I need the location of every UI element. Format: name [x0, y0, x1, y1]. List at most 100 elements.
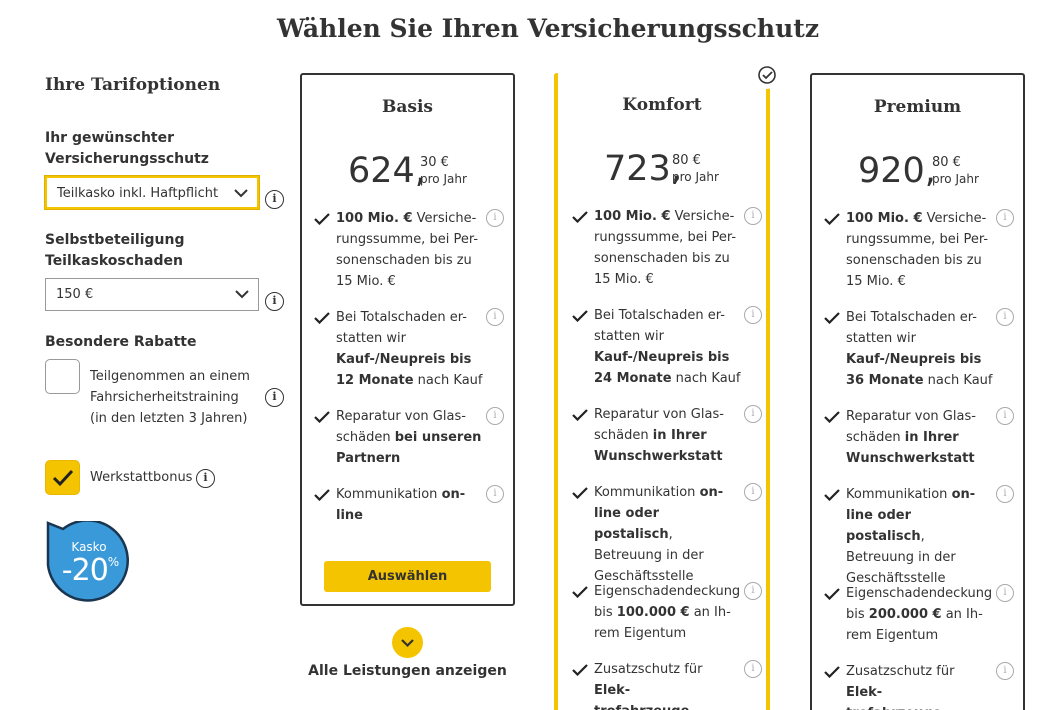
feature-info-icon[interactable]: i [744, 582, 762, 600]
check-icon [824, 588, 840, 600]
deductible-select-value: 150 € [56, 287, 94, 302]
feature-info-icon[interactable]: i [744, 483, 762, 501]
feature-text: Kommunikation on-line oder postalisch, Be… [846, 484, 994, 589]
badge-value: -20% [61, 553, 119, 588]
feature-info-icon[interactable]: i [996, 584, 1014, 602]
feature-line: 12 Monate nach Kauf [336, 373, 483, 388]
coverage-select[interactable]: Teilkasko inkl. Haftpflicht [45, 176, 259, 209]
feature-line: line oder postalisch, [846, 508, 925, 544]
feature-line: rem Eigentum [594, 626, 687, 641]
feature-line: schäden bei unseren [336, 430, 482, 445]
deductible-label: Selbstbeteiligung Teilkaskoschaden [45, 232, 185, 269]
feature-info-icon[interactable]: i [996, 485, 1014, 503]
feature-line: rem Eigentum [846, 628, 939, 643]
plan-card-komfort: Komfort 723, 80 € pro Jahr 100 Mio. € Ve… [554, 73, 770, 710]
deductible-select[interactable]: 150 € [45, 278, 259, 311]
feature-line: sonenschaden bis zu [846, 253, 982, 268]
plan-title: Premium [873, 97, 962, 117]
feature-text: 100 Mio. € Versiche-rungssumme, bei Per-… [336, 208, 484, 292]
feature-line: Betreuung in der [846, 550, 956, 565]
feature-line: 36 Monate nach Kauf [846, 373, 993, 388]
feature-line: 24 Monate nach Kauf [594, 371, 741, 386]
feature-info-icon[interactable]: i [486, 308, 504, 326]
feature-line: bis 200.000 € an Ih- [846, 607, 983, 622]
training-checkbox[interactable] [45, 359, 80, 394]
feature-info-icon[interactable]: i [996, 308, 1014, 326]
check-icon [572, 487, 588, 499]
feature-line: Partnern [336, 451, 401, 466]
feature-info-icon[interactable]: i [744, 405, 762, 423]
feature-line: Betreuung in der [594, 548, 704, 563]
badge-label: Kasko [71, 540, 107, 554]
feature-line: bis 100.000 € an Ih- [594, 605, 731, 620]
feature-line: 15 Mio. € [846, 274, 906, 289]
feature-text: Kommunikation on-line [336, 484, 484, 526]
feature-info-icon[interactable]: i [996, 662, 1014, 680]
feature-info-icon[interactable]: i [486, 209, 504, 227]
workshop-checkbox[interactable] [45, 460, 80, 495]
feature-info-icon[interactable]: i [996, 407, 1014, 425]
training-info-icon[interactable]: i [265, 388, 284, 407]
feature-text: Bei Totalschaden er-statten wir Kauf-/Neu… [846, 307, 994, 391]
check-icon [572, 211, 588, 223]
feature-info-icon[interactable]: i [744, 306, 762, 324]
coverage-select-value: Teilkasko inkl. Haftpflicht [57, 186, 219, 201]
feature-line: Reparatur von Glas- [846, 409, 976, 424]
feature-line: schäden in Ihrer [846, 430, 959, 445]
deductible-info-icon[interactable]: i [265, 292, 284, 311]
feature-info-icon[interactable]: i [486, 485, 504, 503]
feature-text: Reparatur von Glas-schäden in Ihrer Wunsc… [846, 406, 994, 469]
plan-card-basis: Basis 624, 30 € pro Jahr 100 Mio. € Vers… [300, 73, 515, 606]
feature-text: 100 Mio. € Versiche-rungssumme, bei Per-… [846, 208, 994, 292]
feature-text: Bei Totalschaden er-statten wir Kauf-/Neu… [336, 307, 484, 391]
feature-line: statten wir [336, 331, 406, 346]
feature-info-icon[interactable]: i [744, 660, 762, 678]
chevron-down-icon [235, 290, 249, 299]
show-all-link[interactable]: Alle Leistungen anzeigen [300, 663, 515, 679]
check-icon [314, 411, 330, 423]
feature-text: Bei Totalschaden er-statten wir Kauf-/Neu… [594, 305, 742, 389]
feature-line: Eigenschadendeckung [594, 584, 741, 599]
feature-line: Zusatzschutz für Elek- [846, 664, 955, 700]
feature-line: statten wir [594, 329, 664, 344]
feature-line: 100 Mio. € Versiche- [846, 211, 987, 226]
feature-line: trofahrzeuge [594, 701, 742, 710]
feature-line: Zusatzschutz für Elek- [594, 662, 703, 698]
feature-line: Bei Totalschaden er- [846, 310, 977, 325]
feature-info-icon[interactable]: i [486, 407, 504, 425]
feature-line: 100 Mio. € Versiche- [336, 211, 477, 226]
feature-line: rungssumme, bei Per- [846, 232, 989, 247]
workshop-info-icon[interactable]: i [196, 469, 215, 488]
training-label: Teilgenommen an einem Fahrsicherheitstra… [90, 369, 250, 426]
select-plan-button[interactable]: Auswählen [324, 561, 491, 592]
check-icon [572, 664, 588, 676]
feature-text: Reparatur von Glas-schäden in Ihrer Wunsc… [594, 404, 742, 467]
feature-text: 100 Mio. € Versiche-rungssumme, bei Per-… [594, 206, 742, 290]
check-icon [314, 213, 330, 225]
feature-line: sonenschaden bis zu [336, 253, 472, 268]
feature-text: Reparatur von Glas-schäden bei unseren Pa… [336, 406, 484, 469]
feature-text: Eigenschadendeckung bis 100.000 € an Ih-r… [594, 581, 742, 644]
feature-text: Zusatzschutz für Elek-trofahrzeuge [594, 659, 742, 710]
feature-text: Zusatzschutz für Elek-trofahrzeuge [846, 661, 994, 710]
feature-line: Wunschwerkstatt [594, 449, 723, 464]
check-icon [824, 411, 840, 423]
feature-line: rungssumme, bei Per- [336, 232, 479, 247]
feature-line: 100 Mio. € Versiche- [594, 209, 735, 224]
check-icon [824, 489, 840, 501]
feature-line: 15 Mio. € [594, 272, 654, 287]
feature-line: Kommunikation on- [846, 487, 976, 502]
check-icon [572, 586, 588, 598]
chevron-down-icon [234, 189, 248, 198]
feature-line: line oder postalisch, [594, 506, 673, 542]
feature-line: statten wir [846, 331, 916, 346]
feature-info-icon[interactable]: i [996, 209, 1014, 227]
feature-info-icon[interactable]: i [744, 207, 762, 225]
show-all-toggle[interactable] [392, 627, 423, 658]
options-title: Ihre Tarifoptionen [45, 75, 221, 95]
recommended-icon [753, 61, 781, 89]
coverage-info-icon[interactable]: i [265, 190, 284, 209]
feature-line: trofahrzeuge [846, 703, 994, 710]
feature-line: Bei Totalschaden er- [594, 308, 725, 323]
chevron-down-icon [401, 639, 414, 648]
